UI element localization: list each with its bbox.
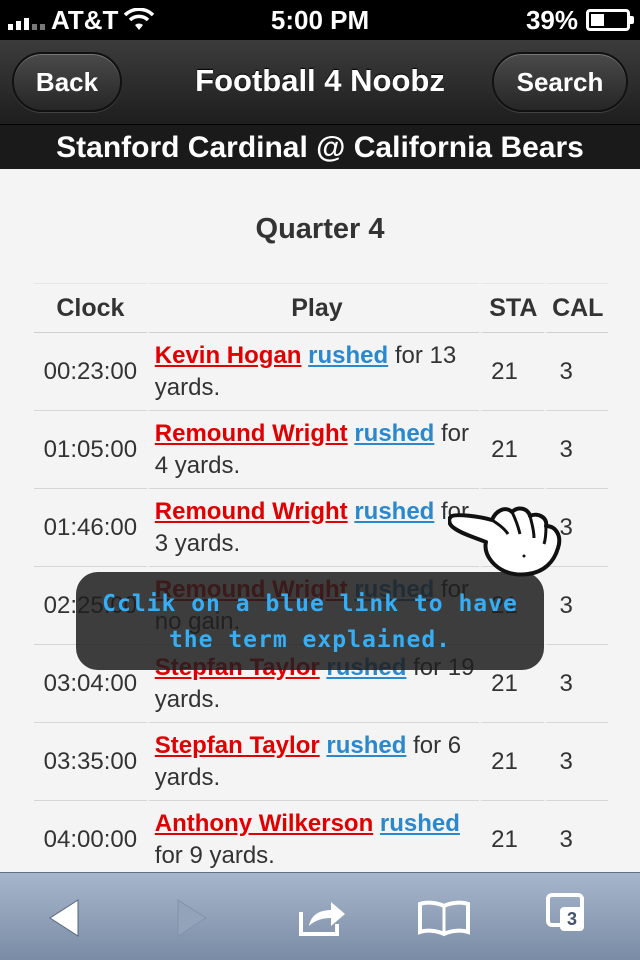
play-by-play-content[interactable]: Quarter 4 Clock Play STA CAL 00:23:00 Kev…	[0, 169, 640, 872]
player-link[interactable]: Remound Wright	[155, 420, 348, 447]
clock-cell: 01:46:00	[34, 489, 147, 567]
play-cell: Remound Wright rushed for 3 yards.	[146, 489, 480, 567]
clock-cell: 00:23:00	[34, 333, 147, 411]
cal-score-cell: 3	[543, 801, 608, 872]
clock-cell: 01:05:00	[34, 411, 147, 489]
sta-score-cell: 21	[479, 411, 544, 489]
tabs-count-badge: 3	[560, 907, 584, 931]
battery-icon	[586, 9, 634, 31]
cal-score-cell: 3	[543, 411, 608, 489]
browser-toolbar: 3	[0, 872, 640, 960]
header-cal: CAL	[543, 283, 608, 333]
table-row: 04:00:00 Anthony Wilkerson rushed for 9 y…	[34, 801, 608, 872]
header-sta: STA	[479, 283, 544, 333]
game-title: Stanford Cardinal @ California Bears	[0, 125, 640, 169]
browser-forward-button[interactable]	[162, 893, 222, 943]
play-cell: Kevin Hogan rushed for 13 yards.	[146, 333, 480, 411]
back-arrow-icon	[49, 899, 79, 937]
sta-score-cell: 21	[479, 801, 543, 872]
share-icon	[299, 902, 345, 936]
cal-score-cell: 3	[543, 645, 608, 723]
play-cell: Remound Wright rushed for 4 yards.	[146, 411, 480, 489]
sta-score-cell: 21	[479, 723, 544, 801]
play-description: for 9 yards.	[154, 841, 275, 869]
cal-score-cell: 3	[543, 723, 608, 801]
status-bar: AT&T 5:00 PM 39%	[0, 0, 640, 40]
battery-percent: 39%	[525, 4, 578, 35]
play-cell: Anthony Wilkerson rushed for 9 yards.	[146, 801, 479, 872]
table-header-row: Clock Play STA CAL	[34, 283, 608, 333]
term-link[interactable]: rushed	[326, 732, 406, 759]
bookmarks-icon	[418, 900, 470, 937]
header-clock: Clock	[34, 283, 147, 333]
hint-line-2: the term explained.	[168, 627, 452, 653]
player-link[interactable]: Kevin Hogan	[155, 342, 302, 369]
term-link[interactable]: rushed	[380, 810, 460, 837]
hint-tooltip: Cclik on a blue link to have the term ex…	[76, 572, 544, 670]
cal-score-cell: 3	[543, 333, 608, 411]
tabs-button[interactable]: 3	[542, 893, 602, 943]
player-link[interactable]: Remound Wright	[155, 498, 348, 525]
navigation-bar: Football 4 Noobz Back Search	[0, 40, 640, 125]
browser-back-button[interactable]	[34, 893, 94, 943]
term-link[interactable]: rushed	[308, 342, 388, 369]
table-row: 01:05:00 Remound Wright rushed for 4 yard…	[34, 411, 608, 489]
table-row: 03:35:00 Stepfan Taylor rushed for 6 yard…	[34, 723, 608, 801]
header-play: Play	[146, 283, 480, 333]
forward-arrow-icon	[177, 899, 207, 937]
play-cell: Stepfan Taylor rushed for 6 yards.	[146, 723, 480, 801]
clock-cell: 04:00:00	[34, 801, 147, 872]
table-row: 00:23:00 Kevin Hogan rushed for 13 yards.…	[34, 333, 608, 411]
hint-line-1: Cclik on a blue link to have	[102, 591, 518, 617]
term-link[interactable]: rushed	[354, 498, 434, 525]
sta-score-cell: 21	[479, 333, 544, 411]
quarter-heading: Quarter 4	[255, 213, 385, 245]
pointing-hand-icon	[448, 506, 562, 577]
back-button[interactable]: Back	[12, 52, 122, 112]
search-button[interactable]: Search	[492, 52, 628, 112]
player-link[interactable]: Anthony Wilkerson	[155, 810, 373, 837]
share-button[interactable]	[292, 893, 352, 943]
player-link[interactable]: Stepfan Taylor	[155, 732, 320, 759]
term-link[interactable]: rushed	[354, 420, 434, 447]
bookmarks-button[interactable]	[414, 893, 474, 943]
clock-cell: 03:35:00	[34, 723, 147, 801]
battery-group: 39%	[525, 4, 634, 36]
